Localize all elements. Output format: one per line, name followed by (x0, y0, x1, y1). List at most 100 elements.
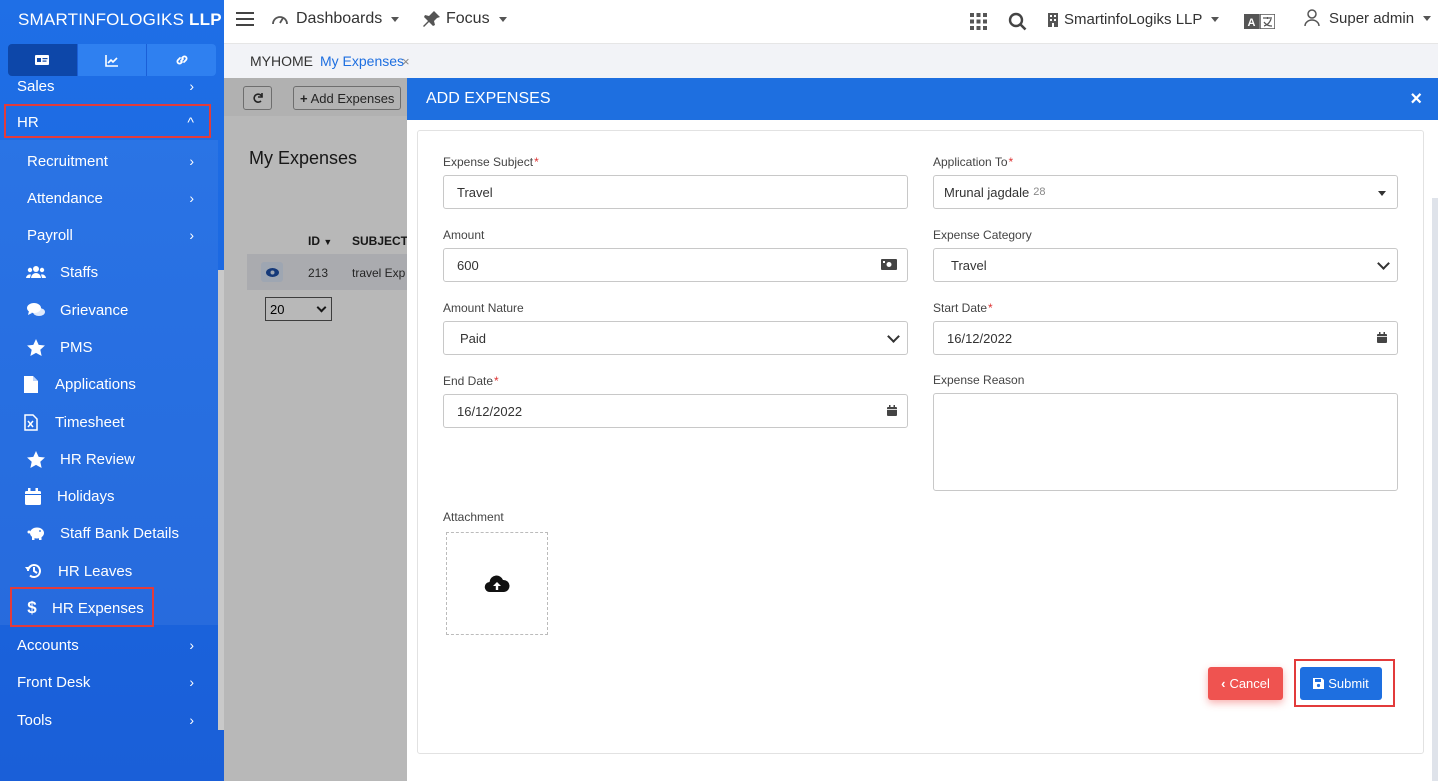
sidebar-item-label: Holidays (57, 487, 115, 505)
chevron-right-icon: › (189, 153, 194, 169)
breadcrumb-home[interactable]: MYHOME (250, 53, 313, 69)
sidebar-item-payroll[interactable]: Payroll › (0, 217, 218, 253)
cancel-button[interactable]: ‹ Cancel (1208, 667, 1283, 700)
chevron-right-icon: › (189, 190, 194, 206)
brand-logo[interactable]: SMARTINFOLOGIKS LLP (0, 0, 224, 40)
file-excel-icon (21, 413, 41, 431)
sidebar-item-pms[interactable]: PMS (0, 329, 218, 365)
focus-label: Focus (446, 10, 490, 27)
gauge-icon (272, 16, 288, 25)
sidebar-item-attendance[interactable]: Attendance › (0, 180, 218, 216)
calendar-icon (23, 487, 43, 505)
amount-label: Amount (443, 228, 485, 242)
caret-down-icon (498, 16, 507, 22)
close-icon[interactable]: × (1410, 88, 1422, 111)
sidebar-item-label: Tools (17, 711, 53, 729)
modal-header: ADD EXPENSES × (407, 78, 1438, 120)
expense-reason-textarea[interactable] (933, 393, 1398, 491)
end-date-input[interactable]: 16/12/2022 (443, 394, 908, 428)
sidebar-item-grievance[interactable]: Grievance (0, 292, 218, 328)
sidebar-item-label: HR Review (60, 450, 136, 468)
chevron-down-icon (1377, 257, 1390, 270)
calendar-icon (1377, 331, 1387, 346)
dashboards-label: Dashboards (296, 10, 383, 27)
modal-title: ADD EXPENSES (426, 90, 551, 107)
caret-down-icon (391, 16, 400, 22)
modal-scrollbar[interactable] (1432, 198, 1438, 781)
sidebar-item-accounts[interactable]: Accounts › (0, 627, 218, 663)
id-card-icon (35, 55, 50, 65)
company-menu[interactable]: SmartinfoLogiks LLP (1048, 11, 1220, 28)
highlight-submit (1294, 659, 1395, 707)
sidebar-item-sales[interactable]: Sales › (0, 68, 218, 104)
highlight-hr-expenses (10, 587, 154, 627)
breadcrumb-current[interactable]: My Expenses (320, 53, 404, 69)
expense-category-select[interactable]: Travel (933, 248, 1398, 282)
focus-menu[interactable]: Focus (423, 10, 507, 28)
chart-line-icon (105, 55, 118, 67)
attachment-dropzone[interactable] (446, 532, 548, 635)
caret-down-icon (1211, 17, 1220, 22)
svg-text:A: A (1248, 17, 1256, 29)
expense-form: Expense Subject* Travel Amount 600 Amoun… (417, 130, 1424, 754)
sidebar-item-recruitment[interactable]: Recruitment › (0, 143, 218, 179)
language-button[interactable]: A (1244, 14, 1275, 29)
application-to-select[interactable]: Mrunal jagdale 28 (933, 175, 1398, 209)
piggy-bank-icon (26, 525, 46, 541)
sidebar-item-label: Accounts (17, 636, 79, 654)
sidebar-item-holidays[interactable]: Holidays (0, 478, 218, 514)
close-tab-icon[interactable]: × (402, 54, 410, 69)
chevron-down-icon (887, 330, 900, 343)
chevron-right-icon: › (189, 674, 194, 690)
sidebar-item-hr-review[interactable]: HR Review (0, 441, 218, 477)
start-date-label: Start Date* (933, 301, 993, 315)
calendar-icon (887, 404, 897, 419)
end-date-value: 16/12/2022 (457, 403, 523, 419)
link-icon (176, 55, 188, 65)
sidebar-item-staffs[interactable]: Staffs (0, 254, 218, 290)
sidebar-item-label: Payroll (27, 226, 73, 244)
user-menu[interactable]: Super admin (1304, 9, 1432, 27)
sidebar-item-timesheet[interactable]: Timesheet (0, 404, 218, 440)
amount-value: 600 (457, 257, 479, 273)
modal-backdrop[interactable] (224, 78, 407, 781)
sidebar-item-tools[interactable]: Tools › (0, 702, 218, 738)
expense-subject-value: Travel (457, 184, 493, 200)
hamburger-icon (236, 12, 254, 26)
chevron-right-icon: › (189, 712, 194, 728)
sidebar-item-front-desk[interactable]: Front Desk › (0, 664, 218, 700)
star-icon (26, 450, 46, 468)
add-expenses-modal: ADD EXPENSES × Expense Subject* Travel A… (407, 78, 1438, 781)
search-button[interactable] (1008, 12, 1027, 31)
history-icon (24, 562, 44, 580)
sidebar-item-label: Applications (55, 375, 136, 393)
highlight-hr (4, 104, 211, 138)
star-icon (26, 338, 46, 356)
hamburger-menu-button[interactable] (236, 11, 254, 27)
sidebar-item-staff-bank-details[interactable]: Staff Bank Details (0, 515, 218, 551)
user-label: Super admin (1329, 9, 1415, 27)
cancel-label: Cancel (1229, 676, 1270, 691)
amount-input[interactable]: 600 (443, 248, 908, 282)
expense-subject-input[interactable]: Travel (443, 175, 908, 209)
translate-icon: A (1244, 14, 1275, 29)
expense-subject-label: Expense Subject* (443, 155, 539, 169)
sidebar-item-label: Timesheet (55, 413, 125, 431)
apps-grid-button[interactable] (970, 13, 987, 30)
file-icon (21, 375, 41, 393)
chevron-left-icon: ‹ (1221, 676, 1226, 691)
amount-nature-label: Amount Nature (443, 301, 524, 315)
attachment-label: Attachment (443, 510, 504, 524)
user-icon (1304, 9, 1320, 27)
sidebar-item-label: Attendance (27, 189, 103, 207)
start-date-value: 16/12/2022 (947, 330, 1013, 346)
company-label: SmartinfoLogiks LLP (1064, 11, 1203, 28)
chevron-right-icon: › (189, 637, 194, 653)
sidebar-item-hr-leaves[interactable]: HR Leaves (0, 553, 218, 589)
dashboards-menu[interactable]: Dashboards (271, 10, 400, 28)
grid-icon (970, 13, 987, 30)
sidebar-item-applications[interactable]: Applications (0, 366, 218, 402)
users-icon (26, 264, 46, 280)
start-date-input[interactable]: 16/12/2022 (933, 321, 1398, 355)
amount-nature-select[interactable]: Paid (443, 321, 908, 355)
